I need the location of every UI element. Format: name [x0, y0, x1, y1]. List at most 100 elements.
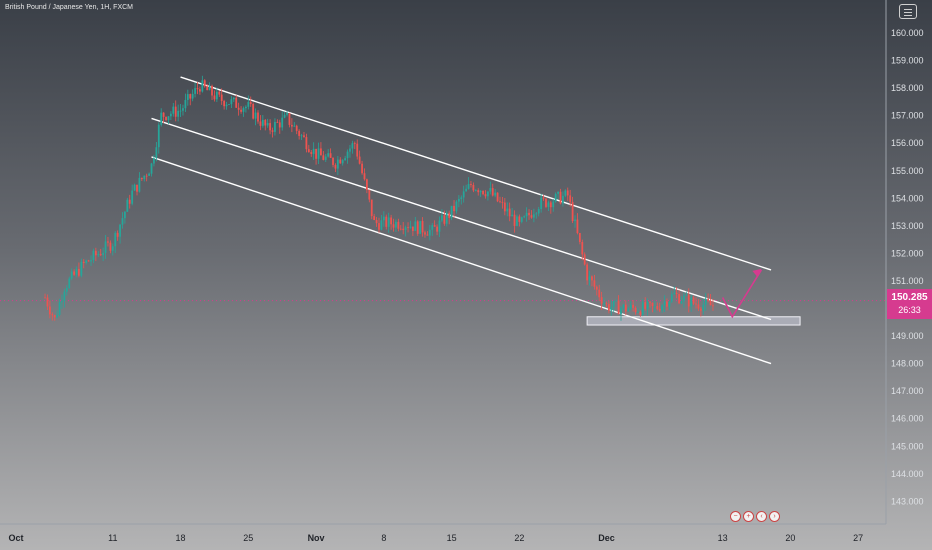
- candle-body: [283, 114, 286, 118]
- candle-body: [184, 99, 187, 109]
- candle-body: [310, 152, 313, 154]
- candle-body: [591, 276, 593, 281]
- candle-body: [99, 254, 102, 256]
- x-tick-label: 25: [243, 533, 253, 543]
- candle-body: [305, 137, 308, 150]
- x-tick-label: 27: [853, 533, 863, 543]
- candle-body: [603, 303, 605, 305]
- candle-body: [307, 149, 310, 153]
- candle-body: [336, 159, 339, 169]
- candle-body: [564, 190, 567, 196]
- candle-body: [329, 153, 332, 158]
- candle-body: [58, 302, 61, 315]
- candle-body: [322, 155, 325, 160]
- candle-body: [65, 287, 68, 292]
- candle-body: [286, 113, 288, 115]
- candle-body: [615, 300, 618, 302]
- candle-body: [656, 306, 659, 309]
- candle-body: [569, 195, 572, 202]
- candle-body: [276, 121, 279, 123]
- candle-body: [675, 292, 678, 294]
- candle-body: [438, 220, 441, 232]
- candle-body: [612, 300, 615, 307]
- candle-body: [107, 241, 109, 243]
- candle-body: [542, 197, 545, 199]
- zoom-in-icon[interactable]: +: [743, 511, 754, 522]
- channel-line-lower: [151, 156, 772, 365]
- candle-body: [295, 125, 298, 131]
- candle-body: [687, 294, 690, 307]
- candle-body: [578, 233, 581, 242]
- x-tick-label: 15: [447, 533, 457, 543]
- candle-body: [457, 198, 460, 202]
- x-tick-label: Nov: [308, 533, 325, 543]
- candle-body: [75, 268, 78, 275]
- candle-body: [395, 221, 397, 228]
- y-tick-label: 146.000: [891, 414, 924, 424]
- candle-body: [225, 104, 228, 107]
- candle-body: [213, 95, 216, 100]
- plot-area[interactable]: 160.000 159.000 158.000 157.000 156.000 155.0…: [0, 0, 932, 550]
- candle-body: [237, 107, 240, 110]
- candle-body: [148, 173, 150, 176]
- candle-body: [646, 301, 649, 309]
- candle-body: [627, 308, 630, 312]
- candle-body: [462, 191, 465, 198]
- scroll-left-icon[interactable]: ‹: [756, 511, 767, 522]
- candle-body: [673, 292, 676, 295]
- candle-body: [70, 271, 73, 279]
- current-price-tag: 150.285 26:33: [887, 289, 932, 319]
- candle-body: [56, 314, 59, 318]
- candle-body: [228, 104, 230, 106]
- candle-body: [167, 116, 170, 121]
- candle-body: [552, 201, 555, 208]
- candle-body: [651, 302, 654, 307]
- candle-body: [382, 216, 385, 221]
- candle-body: [503, 202, 506, 212]
- symbol-label[interactable]: British Pound / Japanese Yen, 1H, FXCM: [5, 4, 133, 11]
- candle-body: [298, 130, 301, 136]
- candle-body: [264, 119, 267, 126]
- candle-body: [709, 300, 712, 306]
- settings-icon[interactable]: [899, 4, 917, 19]
- y-tick-label: 156.000: [891, 138, 924, 148]
- candle-body: [453, 205, 455, 212]
- candle-body: [102, 252, 105, 256]
- candle-body: [670, 294, 673, 302]
- candle-body: [516, 216, 518, 226]
- candle-body: [80, 261, 83, 276]
- candle-body: [678, 293, 680, 304]
- candle-body: [385, 216, 388, 227]
- candle-body: [344, 158, 347, 161]
- zoom-out-icon[interactable]: −: [730, 511, 741, 522]
- candle-body: [520, 217, 523, 222]
- candle-body: [368, 189, 371, 200]
- y-tick-label: 144.000: [891, 469, 924, 479]
- candle-body: [145, 175, 148, 177]
- candle-body: [487, 191, 489, 197]
- candle-body: [271, 130, 274, 132]
- candle-body: [436, 226, 438, 232]
- candle-body: [608, 304, 610, 311]
- candle-body: [472, 184, 475, 191]
- candle-body: [474, 190, 477, 191]
- candle-body: [242, 108, 245, 112]
- candle-body: [407, 227, 409, 229]
- candle-body: [712, 305, 714, 307]
- candle-body: [169, 113, 172, 117]
- candle-body: [692, 297, 695, 304]
- scroll-right-icon[interactable]: ›: [769, 511, 780, 522]
- candle-body: [523, 216, 526, 218]
- candle-body: [511, 214, 513, 217]
- candle-body: [191, 93, 194, 99]
- candle-body: [634, 307, 637, 313]
- candle-body: [97, 254, 100, 256]
- candle-body: [707, 298, 710, 301]
- channel-line-middle: [151, 117, 772, 321]
- candle-body: [177, 110, 180, 117]
- y-tick-label: 153.000: [891, 221, 924, 231]
- candle-body: [506, 208, 509, 212]
- candle-body: [467, 184, 470, 189]
- candle-body: [632, 304, 634, 308]
- candle-body: [261, 119, 264, 126]
